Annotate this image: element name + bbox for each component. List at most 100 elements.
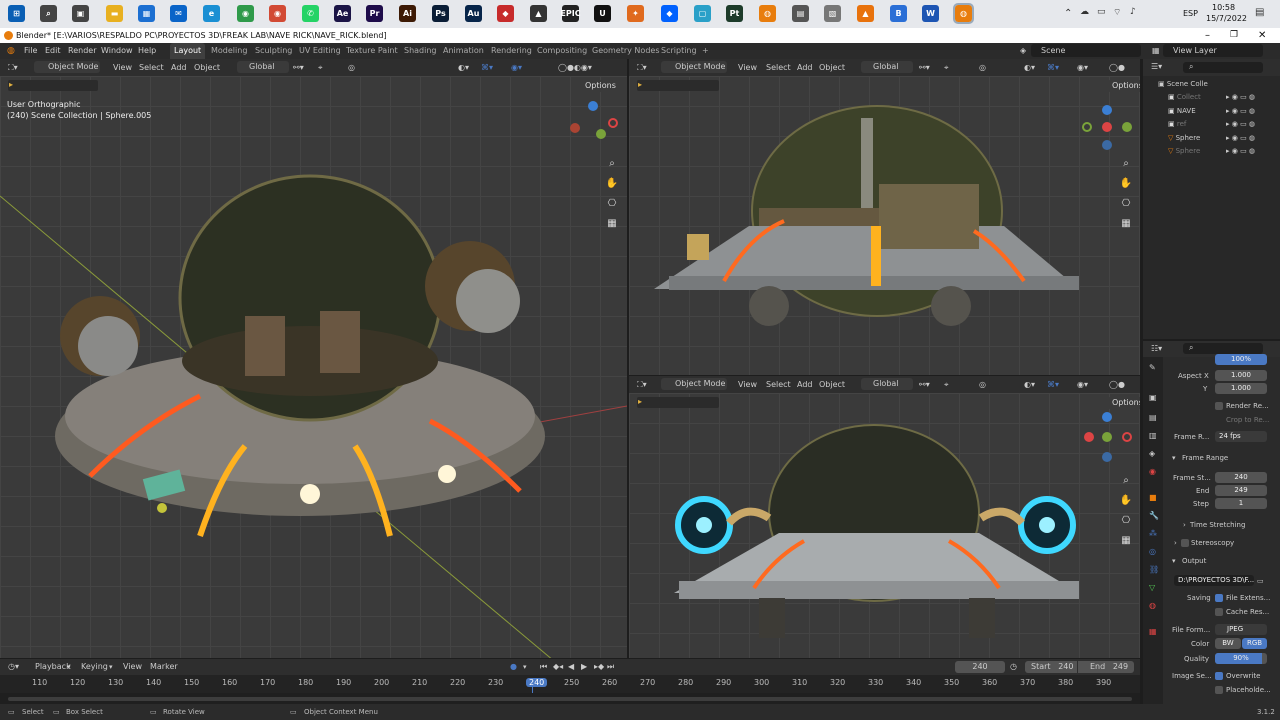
view-layer-tab-icon[interactable]: ▥ — [1149, 431, 1157, 440]
outliner-item[interactable]: ▣ NAVE ▸ ◉ ▭ ◍ — [1150, 105, 1280, 118]
menu-help[interactable]: Help — [138, 43, 156, 59]
editor-type-icon[interactable]: ⛶▾ — [637, 59, 647, 76]
select-mode-toolbar[interactable] — [8, 80, 98, 91]
scene-tab-icon[interactable]: ◈ — [1149, 449, 1155, 458]
playback-menu[interactable]: Playback — [35, 659, 71, 675]
marker-menu[interactable]: Marker — [150, 659, 178, 675]
properties-type-icon[interactable]: ☷▾ — [1151, 344, 1162, 353]
tool-tab-icon[interactable]: ✎ — [1149, 363, 1156, 372]
material-tab-icon[interactable]: ◍ — [1149, 601, 1156, 610]
timeline-track[interactable] — [0, 693, 1140, 704]
axis-z-icon[interactable] — [1102, 105, 1112, 115]
timeline-ruler[interactable]: 110 120 130 140 150 160 170 180 190 200 210 220 230 2… — [0, 675, 1140, 713]
search-icon[interactable]: ⌕ — [40, 5, 57, 22]
menu-add[interactable]: Add — [171, 59, 187, 76]
file-format-dropdown[interactable]: JPEG — [1215, 624, 1267, 635]
outliner-root[interactable]: ▣ Scene Colle — [1150, 78, 1280, 91]
visibility-toggles-icon[interactable]: ▸ ◉ ▭ ◍ — [1226, 132, 1255, 145]
pan-hand-icon[interactable]: ✋ — [1119, 494, 1133, 508]
tab-scripting[interactable]: Scripting — [661, 43, 697, 59]
menu-select[interactable]: Select — [766, 376, 791, 393]
output-path-field[interactable]: D:\PROYECTOS 3D\F... — [1174, 575, 1254, 586]
tab-modeling[interactable]: Modeling — [211, 43, 247, 59]
navigation-gizmo[interactable] — [1082, 412, 1132, 468]
select-mode-toolbar[interactable] — [637, 80, 719, 91]
axis-y-icon[interactable] — [1102, 432, 1112, 442]
store-icon[interactable]: ▦ — [138, 5, 155, 22]
menu-file[interactable]: File — [24, 43, 37, 59]
tool-arrow-icon[interactable]: ▸ — [638, 80, 642, 89]
frame-start-field[interactable]: 240 — [1215, 472, 1267, 483]
auto-keying-icon[interactable]: ● — [510, 659, 517, 675]
pan-hand-icon[interactable]: ✋ — [1119, 177, 1133, 191]
stereoscopy-chevron-icon[interactable]: › — [1174, 537, 1177, 549]
menu-view[interactable]: View — [738, 59, 757, 76]
camera-icon[interactable]: ⎔ — [1119, 197, 1133, 211]
navigation-gizmo[interactable] — [568, 101, 618, 151]
transform-orientation-dropdown[interactable]: Global — [861, 378, 913, 390]
output-section[interactable]: Output — [1182, 555, 1206, 567]
physics-tab-icon[interactable]: ◎ — [1149, 547, 1156, 556]
vlc-icon[interactable]: ▲ — [857, 5, 874, 22]
viewport-bottom-right[interactable]: ⛶▾ Object Mode View Select Add Object Gl… — [629, 376, 1140, 658]
time-stretching-chevron-icon[interactable]: › — [1183, 519, 1186, 531]
frame-step-field[interactable]: 1 — [1215, 498, 1267, 509]
menu-select[interactable]: Select — [139, 59, 164, 76]
box-app-icon[interactable]: ▢ — [694, 5, 711, 22]
data-tab-icon[interactable]: ▽ — [1149, 583, 1155, 592]
overlays-icon[interactable]: ◉▾ — [1077, 59, 1088, 76]
chrome-icon[interactable]: ◉ — [237, 5, 254, 22]
proportional-edit-icon[interactable]: ◎ — [979, 59, 986, 76]
timeline-editor-icon[interactable]: ◷▾ — [8, 659, 19, 675]
play-reverse-icon[interactable]: ◀ — [568, 659, 574, 675]
file-extensions-checkbox[interactable] — [1215, 594, 1223, 602]
start-icon[interactable]: ⊞ — [8, 5, 25, 22]
tab-sculpting[interactable]: Sculpting — [255, 43, 292, 59]
aspect-x-field[interactable]: 1.000 — [1215, 370, 1267, 381]
outliner-search-field[interactable]: ⌕ — [1183, 62, 1263, 73]
app-red-icon[interactable]: ◆ — [497, 5, 514, 22]
preview-range-icon[interactable]: ◷ — [1010, 659, 1017, 675]
close-icon[interactable]: ✕ — [1258, 28, 1266, 43]
zoom-icon[interactable]: ⌕ — [1119, 157, 1133, 171]
dropbox-icon[interactable]: ◆ — [661, 5, 678, 22]
folder-icon[interactable]: ▭ — [1257, 575, 1264, 587]
object-tab-icon[interactable]: ■ — [1149, 493, 1157, 502]
scene-selector[interactable]: Scene — [1031, 44, 1141, 57]
gizmo-icon[interactable]: ⌘▾ — [1047, 376, 1059, 393]
frame-range-section[interactable]: Frame Range — [1182, 452, 1228, 464]
world-tab-icon[interactable]: ◉ — [1149, 467, 1156, 476]
timeline-view-menu[interactable]: View — [123, 659, 142, 675]
tab-rendering[interactable]: Rendering — [491, 43, 532, 59]
color-bw-button[interactable]: BW — [1215, 638, 1241, 649]
pivot-icon[interactable]: ⚯▾ — [919, 59, 930, 76]
wifi-icon[interactable]: ⌔ — [1113, 7, 1121, 18]
axis-y-icon[interactable] — [1122, 122, 1132, 132]
pt-icon[interactable]: Pt — [726, 5, 743, 22]
shading-modes-icon[interactable]: ◯● — [1109, 376, 1125, 393]
tab-texture-paint[interactable]: Texture Paint — [346, 43, 398, 59]
clock-time[interactable]: 10:58 — [1212, 3, 1235, 12]
file-explorer-icon[interactable]: ▬ — [106, 5, 123, 22]
axis-neg-x-icon[interactable] — [1122, 432, 1132, 442]
outliner-type-icon[interactable]: ☰▾ — [1151, 62, 1162, 71]
epic-games-icon[interactable]: EPIC — [560, 5, 581, 22]
camera-icon[interactable]: ⎔ — [1119, 514, 1133, 528]
grid-perspective-icon[interactable]: ▦ — [605, 217, 619, 231]
blender-alt-icon[interactable]: ✦ — [627, 5, 644, 22]
chevron-up-icon[interactable]: ⌃ — [1064, 8, 1072, 19]
play-icon[interactable]: ▶ — [581, 659, 587, 675]
tab-geometry-nodes[interactable]: Geometry Nodes — [592, 43, 659, 59]
tool-arrow-icon[interactable]: ▸ — [9, 80, 13, 89]
menu-object[interactable]: Object — [819, 59, 845, 76]
start-frame-field[interactable]: Start 240 — [1025, 661, 1077, 673]
keying-menu[interactable]: Keying — [81, 659, 108, 675]
frame-end-field[interactable]: 249 — [1215, 485, 1267, 496]
next-keyframe-icon[interactable]: ▸◆ — [594, 659, 604, 675]
app-blue-icon[interactable]: B — [890, 5, 907, 22]
object-mode-dropdown[interactable]: Object Mode — [34, 61, 100, 73]
menu-edit[interactable]: Edit — [45, 43, 61, 59]
axis-neg-z-icon[interactable] — [1102, 140, 1112, 150]
outliner-item[interactable]: ▣ Collect ▸ ◉ ▭ ◍ — [1150, 91, 1280, 104]
frame-rate-dropdown[interactable]: 24 fps — [1215, 431, 1267, 442]
